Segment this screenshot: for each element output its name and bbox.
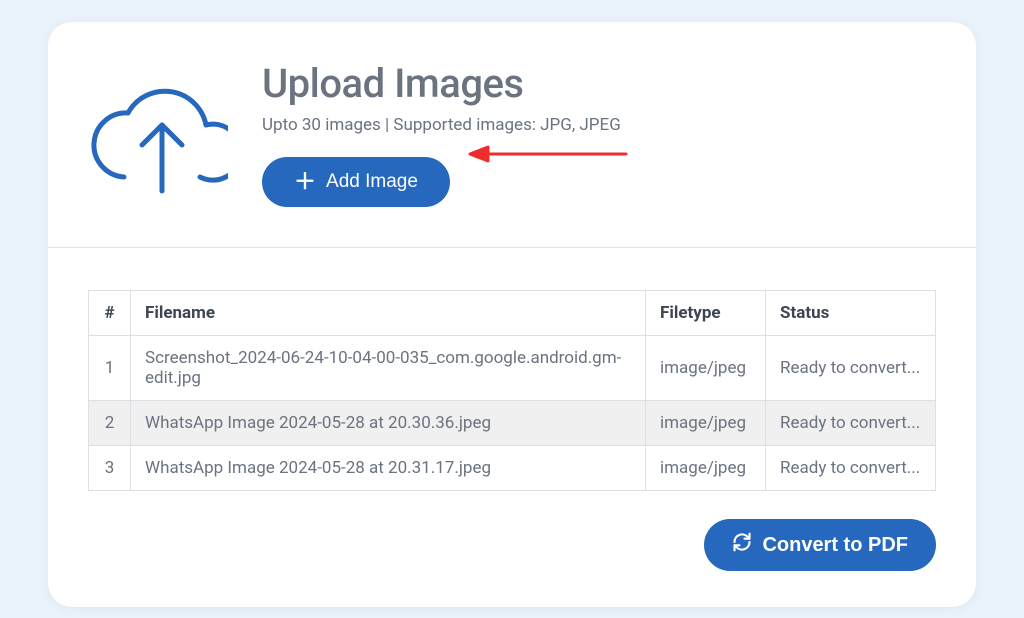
col-header-status: Status [766, 291, 936, 336]
header-text: Upload Images Upto 30 images | Supported… [262, 60, 936, 207]
files-table: # Filename Filetype Status 1 Screenshot_… [88, 290, 936, 491]
cloud-upload-icon [88, 69, 228, 199]
convert-to-pdf-button[interactable]: Convert to PDF [704, 519, 936, 571]
upload-card: Upload Images Upto 30 images | Supported… [48, 22, 976, 607]
page-title: Upload Images [262, 60, 936, 107]
refresh-icon [732, 532, 752, 558]
cell-filename: WhatsApp Image 2024-05-28 at 20.31.17.jp… [131, 446, 646, 491]
subtitle: Upto 30 images | Supported images: JPG, … [262, 115, 936, 135]
cell-filetype: image/jpeg [646, 446, 766, 491]
cell-status: Ready to convert... [766, 446, 936, 491]
cell-filetype: image/jpeg [646, 336, 766, 401]
add-image-button[interactable]: ＋ Add Image [262, 157, 450, 207]
table-row: 2 WhatsApp Image 2024-05-28 at 20.30.36.… [89, 401, 936, 446]
table-row: 3 WhatsApp Image 2024-05-28 at 20.31.17.… [89, 446, 936, 491]
cell-idx: 1 [89, 336, 131, 401]
cell-idx: 3 [89, 446, 131, 491]
plus-icon: ＋ [294, 171, 316, 193]
convert-label: Convert to PDF [762, 534, 908, 557]
table-row: 1 Screenshot_2024-06-24-10-04-00-035_com… [89, 336, 936, 401]
upload-header: Upload Images Upto 30 images | Supported… [48, 22, 976, 247]
col-header-idx: # [89, 291, 131, 336]
cell-status: Ready to convert... [766, 401, 936, 446]
cell-filename: Screenshot_2024-06-24-10-04-00-035_com.g… [131, 336, 646, 401]
cell-filename: WhatsApp Image 2024-05-28 at 20.30.36.jp… [131, 401, 646, 446]
table-header-row: # Filename Filetype Status [89, 291, 936, 336]
cell-idx: 2 [89, 401, 131, 446]
cell-filetype: image/jpeg [646, 401, 766, 446]
convert-row: Convert to PDF [88, 519, 936, 571]
table-section: # Filename Filetype Status 1 Screenshot_… [48, 248, 976, 607]
col-header-filename: Filename [131, 291, 646, 336]
col-header-filetype: Filetype [646, 291, 766, 336]
add-image-label: Add Image [326, 171, 418, 193]
cell-status: Ready to convert... [766, 336, 936, 401]
